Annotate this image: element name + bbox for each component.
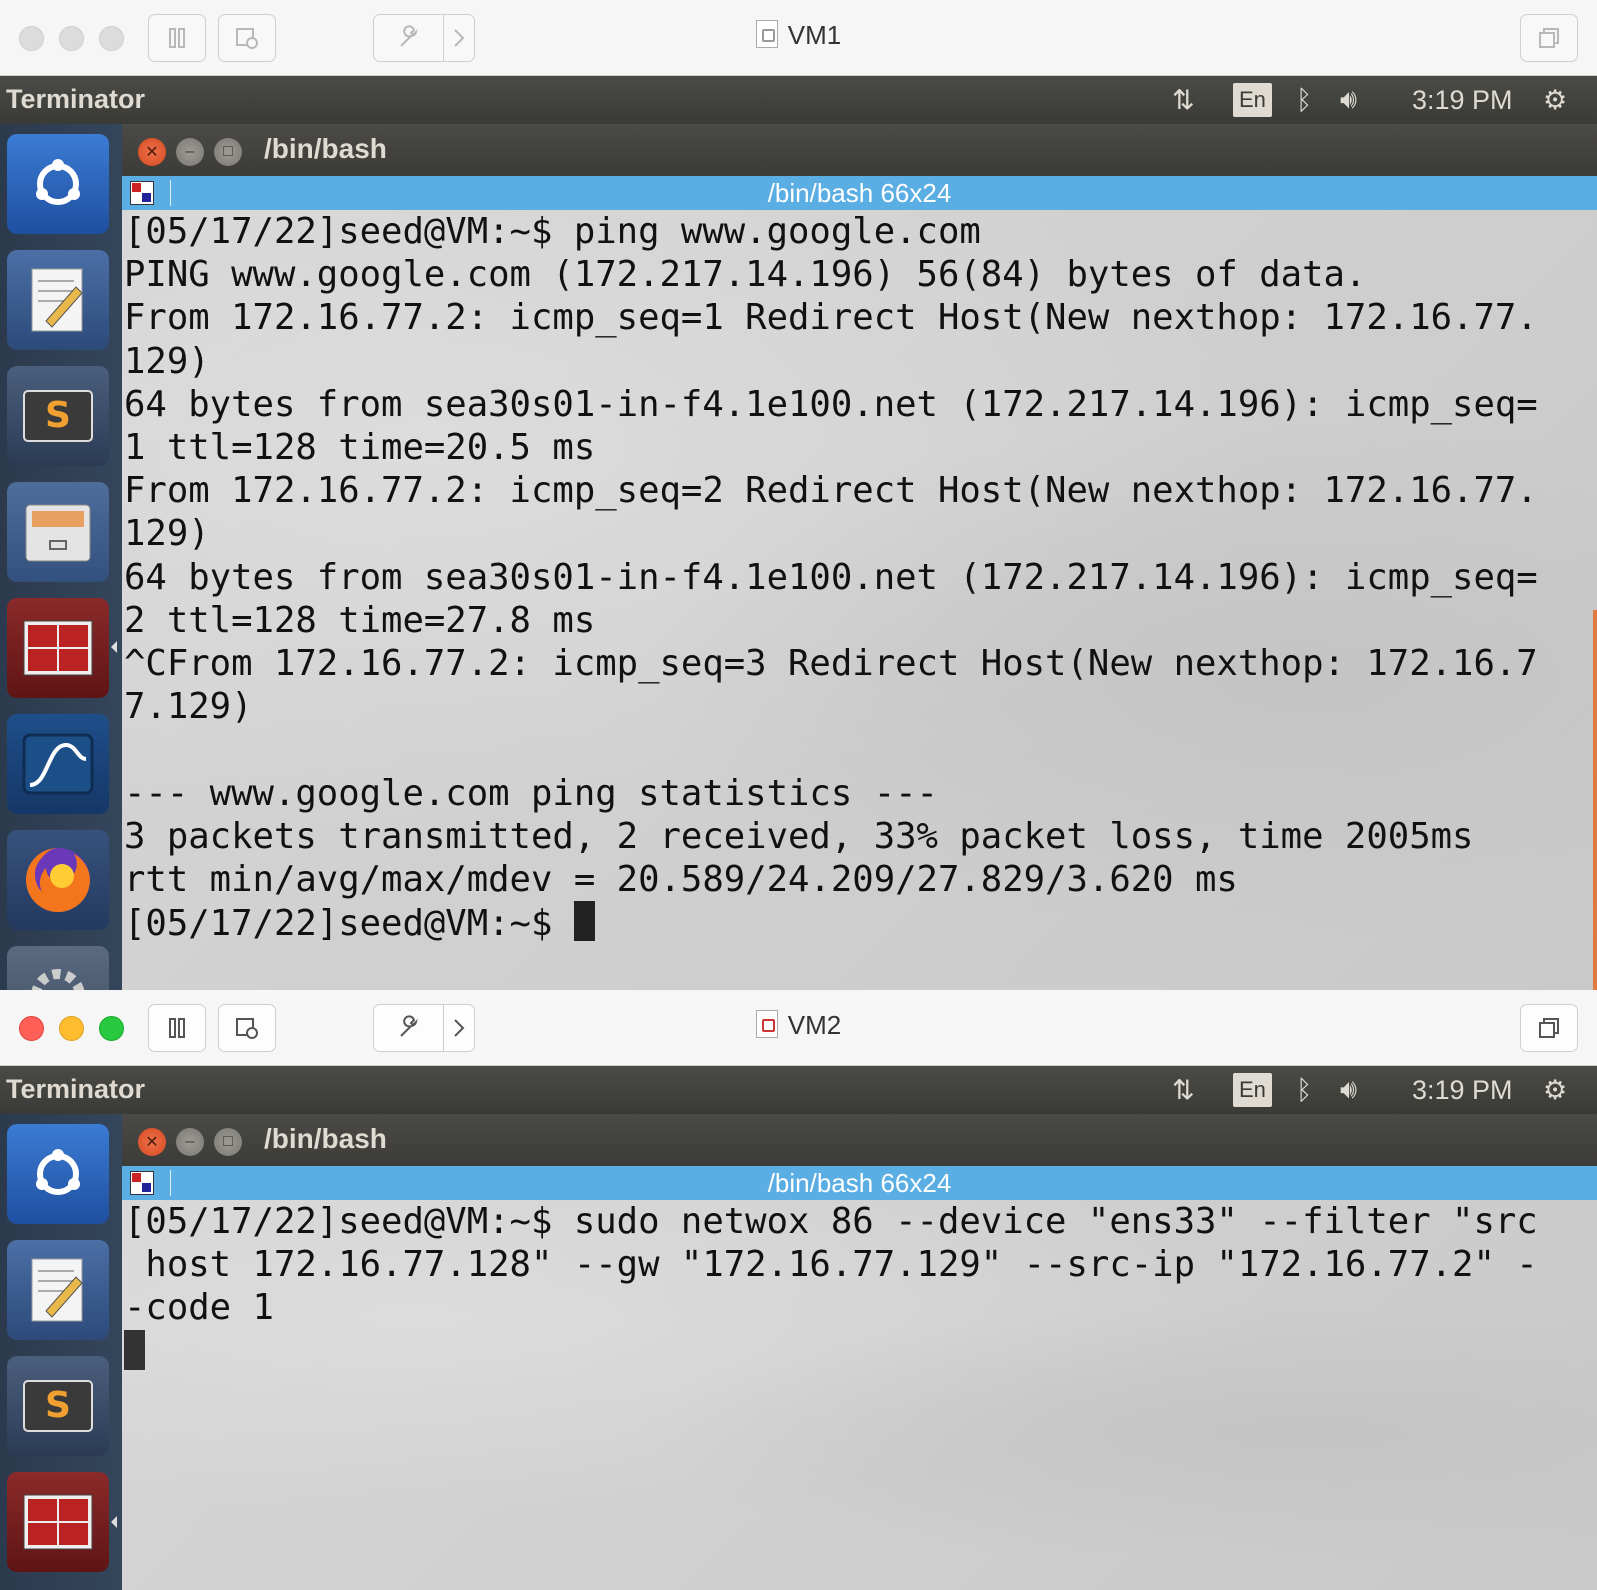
terminal-cursor [124, 1329, 145, 1370]
vm2-window: VM2 Terminator ⇅ En ᛒ 🔊︎ 3:19 PM ⚙ S ✕ –… [0, 990, 1597, 1590]
vm-document-icon [755, 20, 778, 48]
term-maximize-button[interactable]: □ [214, 138, 242, 166]
lang-label: En [1233, 1073, 1272, 1107]
svg-text:S: S [45, 1385, 71, 1426]
focused-indicator [111, 641, 117, 653]
wireshark-icon[interactable] [7, 714, 109, 814]
system-settings-icon[interactable] [7, 946, 109, 990]
term-minimize-button[interactable]: – [176, 138, 204, 166]
vm1-launcher: S [0, 124, 122, 990]
focused-indicator [111, 1516, 117, 1528]
terminal-line: 129) [124, 513, 210, 555]
vm2-titlebar: VM2 [0, 990, 1597, 1066]
vm1-title: VM1 [0, 20, 1597, 51]
terminal-line: 64 bytes from sea30s01-in-f4.1e100.net (… [124, 383, 1538, 425]
vm1-unity-button[interactable] [1520, 14, 1578, 62]
vm2-terminal-output[interactable]: [05/17/22]seed@VM:~$ sudo netwox 86 --de… [124, 1200, 1538, 1374]
terminal-cursor [573, 901, 595, 942]
terminator-launcher-icon[interactable] [7, 1472, 109, 1572]
terminal-line: ^CFrom 172.16.77.2: icmp_seq=3 Redirect … [124, 643, 1538, 685]
text-editor-icon[interactable] [7, 250, 109, 350]
terminal-line: 2 ttl=128 time=27.8 ms [124, 599, 596, 641]
firefox-icon[interactable] [7, 830, 109, 930]
power-gear-icon[interactable]: ⚙ [1543, 76, 1567, 124]
vm2-terminal-body[interactable]: [05/17/22]seed@VM:~$ sudo netwox 86 --de… [122, 1200, 1597, 1590]
volume-icon[interactable]: 🔊︎ [1340, 1066, 1357, 1114]
vm1-panel-app-name: Terminator [6, 84, 146, 114]
term-window-title: /bin/bash [264, 133, 387, 164]
term-close-button[interactable]: ✕ [138, 138, 166, 166]
vm1-window: VM1 Terminator ⇅ En ᛒ 🔊︎ 3:19 PM ⚙ S ✕ –… [0, 0, 1597, 990]
vm2-title: VM2 [0, 1010, 1597, 1041]
terminal-tab-title: /bin/bash 66x24 [767, 1168, 952, 1198]
terminal-line: From 172.16.77.2: icmp_seq=1 Redirect Ho… [124, 297, 1538, 339]
terminal-line: 129) [124, 340, 210, 382]
bluetooth-icon[interactable]: ᛒ [1296, 1066, 1312, 1114]
vm1-terminal-output[interactable]: [05/17/22]seed@VM:~$ ping www.google.com… [124, 210, 1538, 945]
clock[interactable]: 3:19 PM [1412, 1066, 1513, 1114]
keyboard-layout-indicator[interactable]: En [1233, 1066, 1272, 1114]
vm2-terminator-titlebar: ✕ – □ /bin/bash [122, 1114, 1597, 1166]
term-minimize-button[interactable]: – [176, 1128, 204, 1156]
vm1-titlebar: VM1 [0, 0, 1597, 76]
keyboard-layout-indicator[interactable]: En [1233, 76, 1272, 124]
terminal-line: rtt min/avg/max/mdev = 20.589/24.209/27.… [124, 859, 1238, 901]
volume-icon[interactable]: 🔊︎ [1340, 76, 1357, 124]
terminal-line: PING www.google.com (172.217.14.196) 56(… [124, 254, 1367, 296]
vm1-title-text: VM1 [787, 20, 842, 50]
terminator-launcher-icon[interactable] [7, 598, 109, 698]
vm-document-icon [755, 1010, 778, 1038]
terminal-line: 3 packets transmitted, 2 received, 33% p… [124, 815, 1474, 857]
vm2-unity-button[interactable] [1520, 1004, 1578, 1052]
vm1-terminal-tab-bar[interactable]: /bin/bash 66x24 [122, 176, 1597, 210]
restore-window-icon [1539, 1018, 1559, 1038]
term-close-button[interactable]: ✕ [138, 1128, 166, 1156]
ubuntu-dash-icon[interactable] [7, 134, 109, 234]
power-gear-icon[interactable]: ⚙ [1543, 1066, 1567, 1114]
terminal-line: 64 bytes from sea30s01-in-f4.1e100.net (… [124, 556, 1538, 598]
vm2-ubuntu-top-panel: Terminator ⇅ En ᛒ 🔊︎ 3:19 PM ⚙ [0, 1066, 1597, 1114]
term-window-title: /bin/bash [264, 1123, 387, 1154]
vm2-terminal-tab-bar[interactable]: /bin/bash 66x24 [122, 1166, 1597, 1200]
lang-label: En [1233, 83, 1272, 117]
vm2-panel-app-name: Terminator [6, 1074, 146, 1104]
term-maximize-button[interactable]: □ [214, 1128, 242, 1156]
terminal-line: --- www.google.com ping statistics --- [124, 772, 938, 814]
network-icon[interactable]: ⇅ [1172, 76, 1195, 124]
terminal-line: host 172.16.77.128" --gw "172.16.77.129"… [145, 1244, 1538, 1286]
vm2-launcher: S [0, 1114, 122, 1590]
text-editor-icon[interactable] [7, 1240, 109, 1340]
restore-window-icon [1539, 28, 1559, 48]
terminal-line: 1 ttl=128 time=20.5 ms [124, 427, 596, 469]
terminal-prompt: [05/17/22]seed@VM:~$ [124, 903, 574, 945]
bluetooth-icon[interactable]: ᛒ [1296, 76, 1312, 124]
terminal-line: 7.129) [124, 686, 253, 728]
clock[interactable]: 3:19 PM [1412, 76, 1513, 124]
svg-text:S: S [45, 395, 71, 436]
terminal-line: [05/17/22]seed@VM:~$ sudo netwox 86 --de… [124, 1201, 1538, 1242]
vm1-ubuntu-top-panel: Terminator ⇅ En ᛒ 🔊︎ 3:19 PM ⚙ [0, 76, 1597, 124]
sublime-text-icon[interactable]: S [7, 366, 109, 466]
network-icon[interactable]: ⇅ [1172, 1066, 1195, 1114]
file-manager-icon[interactable] [7, 482, 109, 582]
scroll-indicator [1593, 610, 1597, 990]
sublime-text-icon[interactable]: S [7, 1356, 109, 1456]
terminal-line: -code 1 [124, 1287, 274, 1329]
terminal-line: From 172.16.77.2: icmp_seq=2 Redirect Ho… [124, 470, 1538, 512]
ubuntu-dash-icon[interactable] [7, 1124, 109, 1224]
vm1-terminal-body[interactable]: [05/17/22]seed@VM:~$ ping www.google.com… [122, 210, 1597, 990]
terminal-tab-title: /bin/bash 66x24 [767, 178, 952, 208]
vm1-terminator-titlebar: ✕ – □ /bin/bash [122, 124, 1597, 176]
vm2-title-text: VM2 [787, 1010, 842, 1040]
terminal-line: [05/17/22]seed@VM:~$ ping www.google.com [124, 211, 981, 252]
